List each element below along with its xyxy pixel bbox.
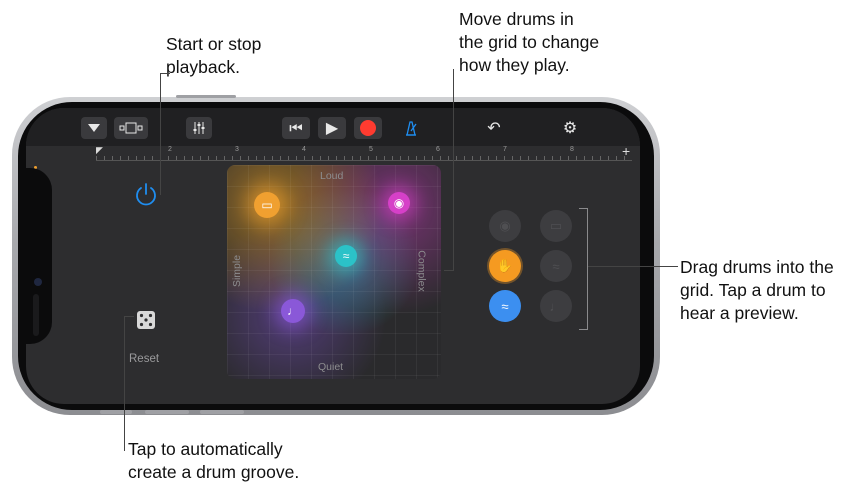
slot-drum-1[interactable]: ◉ <box>489 210 521 242</box>
pad-label-simple: Simple <box>231 254 244 288</box>
slot-drum-2[interactable]: ▭ <box>540 210 572 242</box>
dice-button[interactable] <box>137 311 155 329</box>
ruler-mark: 8 <box>570 146 574 153</box>
callout-drag-drums: Drag drums into the grid. Tap a drum to … <box>680 257 834 323</box>
ruler-mark: 3 <box>235 146 239 153</box>
record-button[interactable] <box>354 117 382 139</box>
tom-icon: ≈ <box>552 258 560 274</box>
pad-label-quiet: Quiet <box>318 361 344 373</box>
track-view-icon <box>119 122 143 134</box>
timeline-ruler[interactable]: 2 3 4 5 6 7 8 ◤ <box>96 145 632 161</box>
volume-down-button <box>200 410 244 414</box>
bass-drum-icon: ≈ <box>501 298 509 314</box>
dice-icon <box>139 313 153 327</box>
power-side-button <box>176 95 236 98</box>
undo-button[interactable]: ↶ <box>481 117 507 139</box>
play-button[interactable]: ▶ <box>318 117 346 139</box>
ruler-mark: 7 <box>503 146 507 153</box>
drum-slots-bracket <box>579 208 588 330</box>
slot-bass[interactable]: ≈ <box>489 290 521 322</box>
browser-button[interactable] <box>81 117 107 139</box>
settings-icon: ⚙ <box>562 120 578 137</box>
drum-kick-handle[interactable]: ▭ <box>254 192 280 218</box>
drum-xy-pad[interactable]: Loud Quiet Simple Complex ▭ ◉ ≈ ♩ <box>227 165 441 379</box>
app-screen: ⏮ ▶ ↶ ⚙ 2 3 4 5 6 7 8 ◤ + Reset Loud Qui… <box>26 108 640 404</box>
front-camera <box>34 278 42 286</box>
track-view-button[interactable] <box>114 117 148 139</box>
triangle-down-icon <box>88 124 100 132</box>
leader-auto-h <box>124 316 134 317</box>
kick-icon: ◉ <box>499 218 511 233</box>
control-bar: ⏮ ▶ ↶ ⚙ <box>26 108 640 146</box>
record-icon <box>360 120 376 136</box>
leader-move-h <box>444 270 454 271</box>
pad-label-complex: Complex <box>415 250 428 292</box>
callout-move-drums: Move drums in the grid to change how the… <box>459 9 600 75</box>
settings-button[interactable]: ⚙ <box>557 117 583 139</box>
rewind-icon: ⏮ <box>289 119 303 137</box>
mixer-button[interactable] <box>186 117 212 139</box>
metronome-icon <box>406 121 417 136</box>
leader-drag <box>588 266 678 267</box>
callout-playback: Start or stop playback. <box>166 34 262 77</box>
pad-label-loud: Loud <box>320 170 344 182</box>
add-section-button[interactable]: + <box>622 143 630 159</box>
drummer-area: Reset Loud Quiet Simple Complex ▭ ◉ ≈ ♩ … <box>26 160 640 404</box>
cymbal-icon: ◉ <box>393 196 405 210</box>
slot-drum-6[interactable]: ♩ <box>540 290 572 322</box>
mixer-icon <box>193 122 205 134</box>
drum-snare-handle[interactable]: ≈ <box>335 245 357 267</box>
stick-icon: ♩ <box>549 298 563 314</box>
undo-icon: ↶ <box>487 120 501 137</box>
side-button <box>100 410 132 414</box>
phone-notch <box>26 168 52 344</box>
kick-drum-icon: ▭ <box>261 198 273 212</box>
callout-auto-groove: Tap to automatically create a drum groov… <box>128 439 300 482</box>
ruler-mark: 2 <box>168 146 172 153</box>
play-icon: ▶ <box>325 120 339 137</box>
leader-move <box>453 69 454 271</box>
drum-cymbal-handle[interactable]: ◉ <box>388 192 410 214</box>
playhead-icon[interactable]: ◤ <box>96 145 103 156</box>
speaker-grille <box>33 294 39 336</box>
shaker-icon: ♩ <box>287 304 299 318</box>
hands-icon: ✋ <box>496 258 514 273</box>
drum-shaker-handle[interactable]: ♩ <box>281 299 305 323</box>
rewind-button[interactable]: ⏮ <box>282 117 310 139</box>
metronome-button[interactable] <box>398 117 424 139</box>
leader-playback-h <box>160 73 170 74</box>
snare-icon: ≈ <box>342 249 350 263</box>
power-button[interactable] <box>134 182 158 206</box>
ruler-mark: 6 <box>436 146 440 153</box>
slot-drum-4[interactable]: ≈ <box>540 250 572 282</box>
snare-drum-icon: ▭ <box>549 218 563 233</box>
ruler-mark: 4 <box>302 146 306 153</box>
leader-playback <box>160 73 161 195</box>
volume-up-button <box>145 410 189 414</box>
power-icon <box>136 183 156 206</box>
reset-label[interactable]: Reset <box>129 353 159 365</box>
leader-auto <box>124 316 125 451</box>
ruler-mark: 5 <box>369 146 373 153</box>
slot-hands[interactable]: ✋ <box>489 250 521 282</box>
